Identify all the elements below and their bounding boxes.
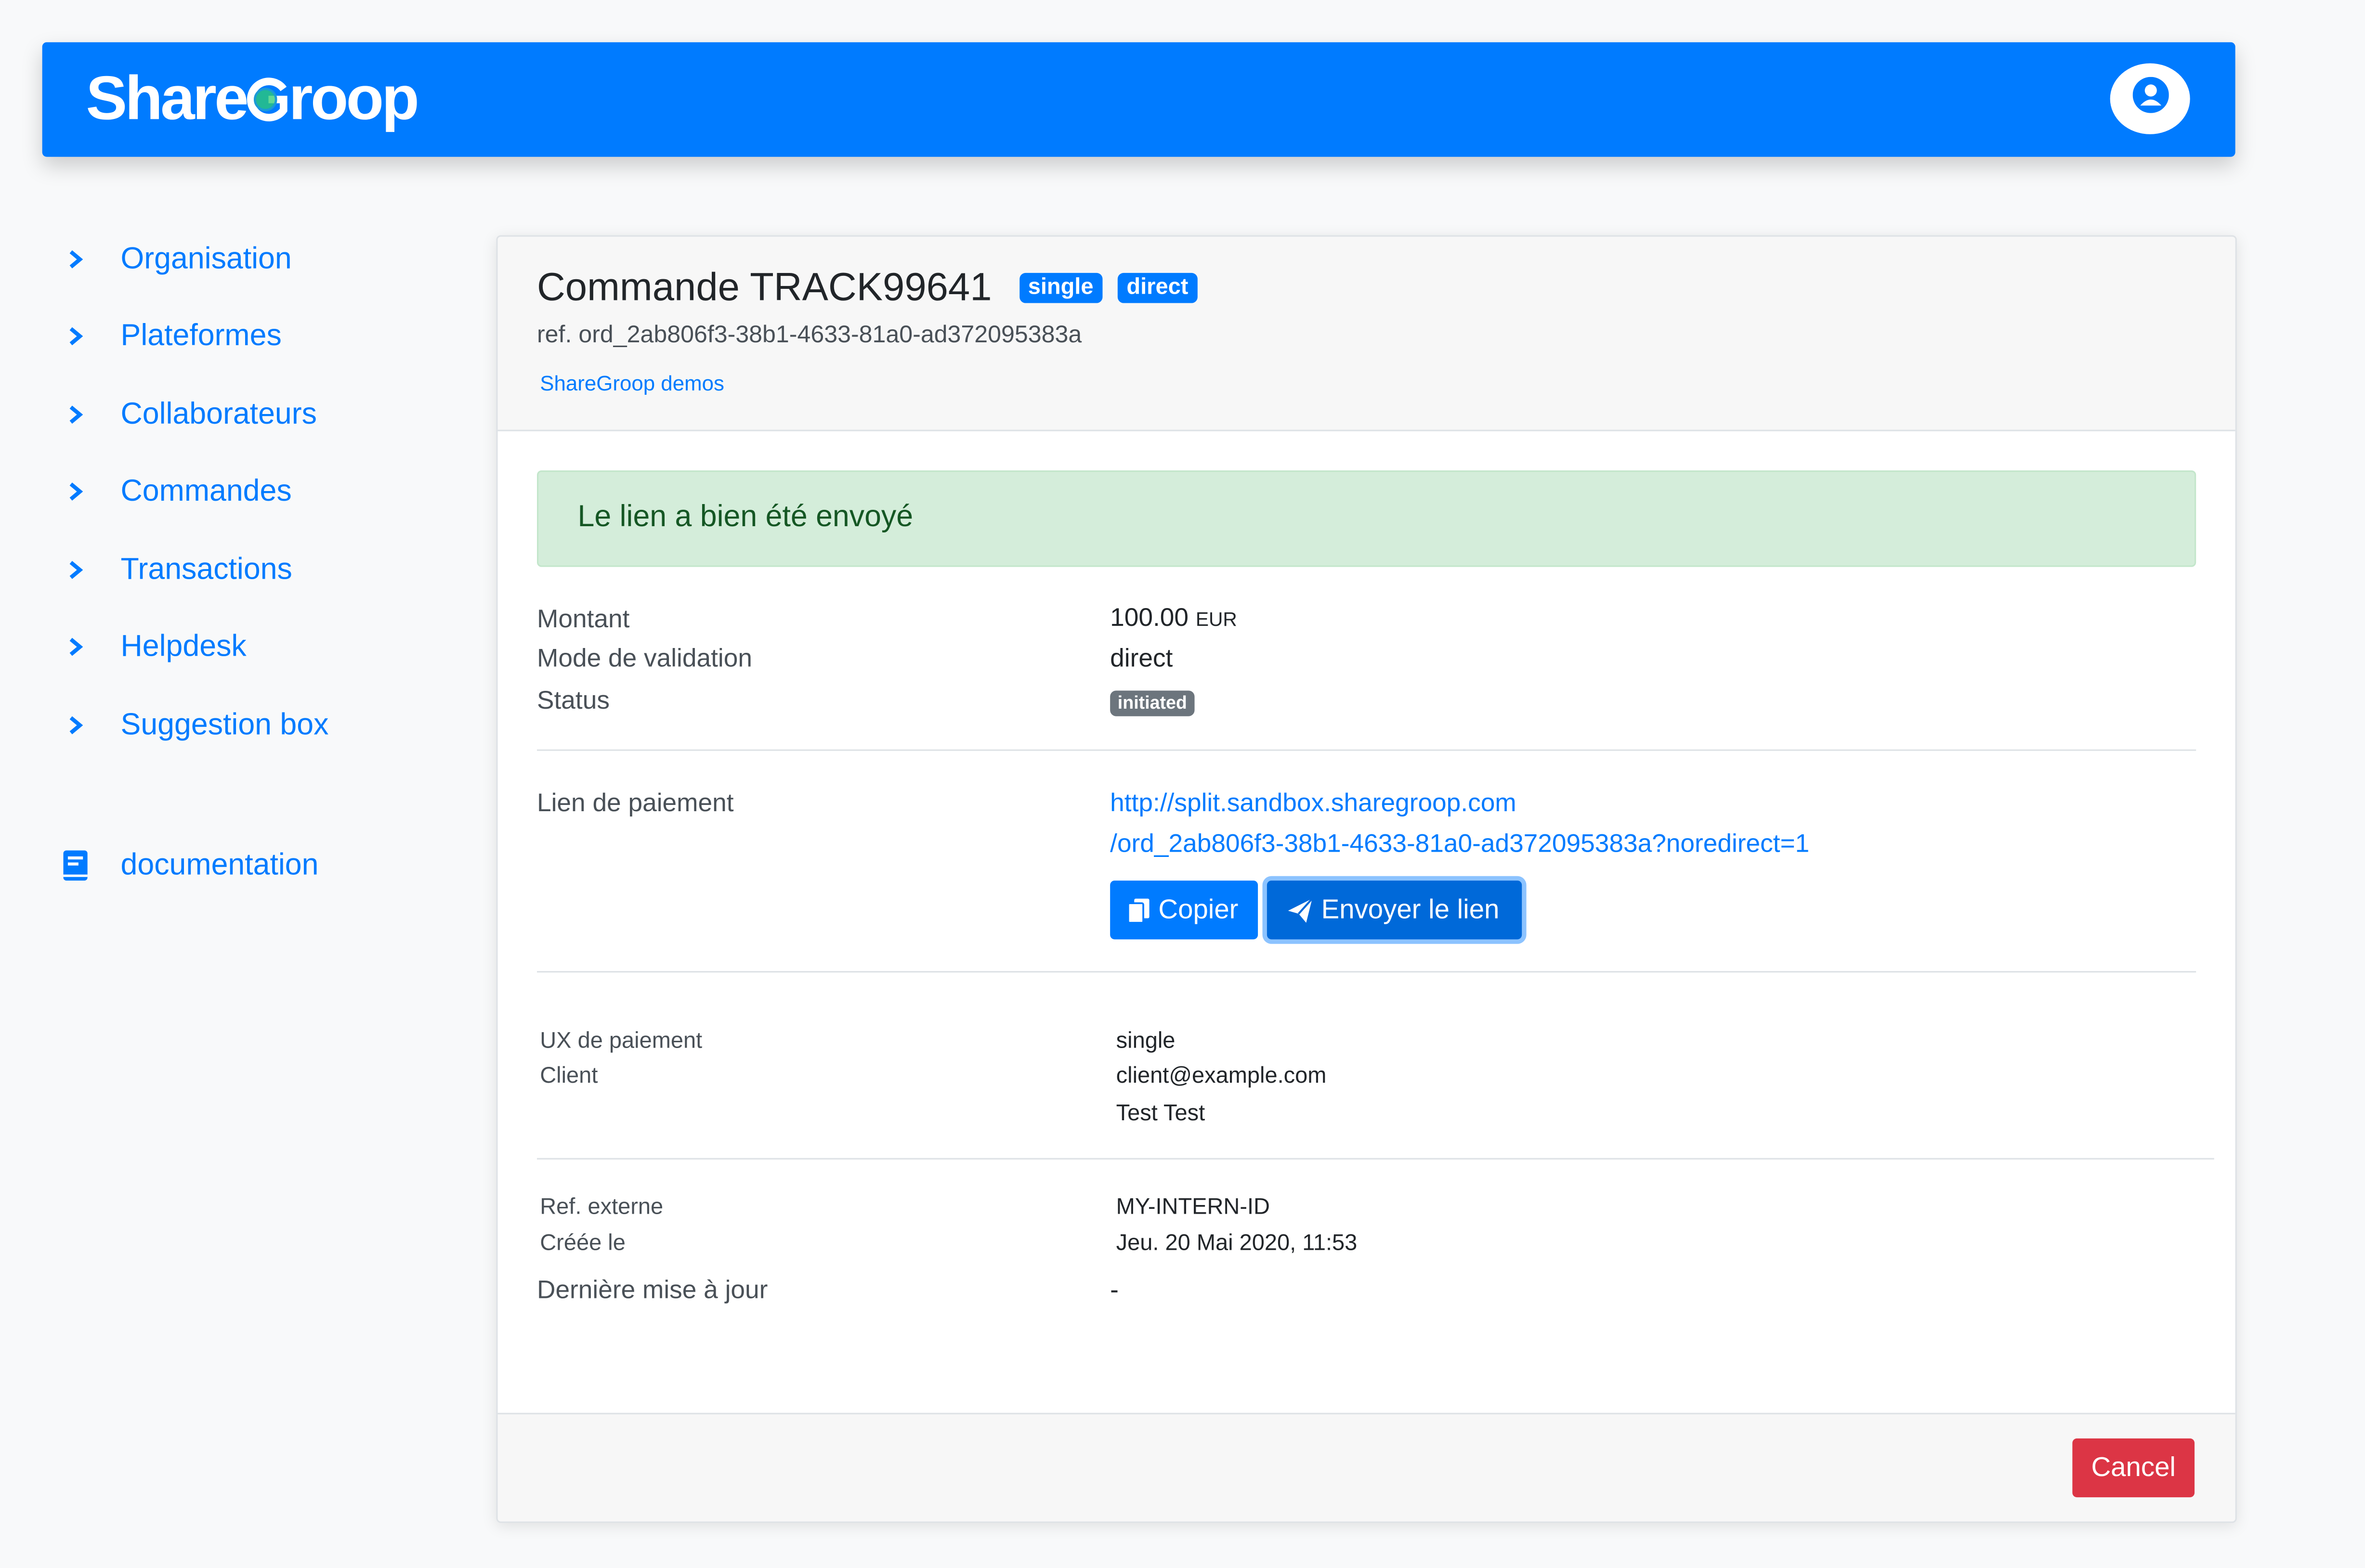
- status-label: Status: [536, 686, 610, 715]
- sidebar-item-helpdesk[interactable]: Helpdesk: [60, 624, 437, 670]
- sidebar-item-documentation[interactable]: documentation: [60, 843, 437, 888]
- paper-plane-icon: [1287, 896, 1314, 923]
- external-ref-value: MY-INTERN-ID: [1116, 1194, 1270, 1220]
- chevron-right-icon: [60, 715, 91, 736]
- divider: [536, 971, 2196, 973]
- amount-currency: EUR: [1195, 608, 1237, 631]
- sidebar-item-organisation[interactable]: Organisation: [60, 237, 437, 282]
- logo-text-end: roop: [288, 63, 419, 133]
- last-update-label: Dernière mise à jour: [536, 1275, 768, 1305]
- status-badge: initiated: [1110, 690, 1195, 716]
- user-icon: [2132, 77, 2169, 121]
- payment-link-line-1[interactable]: http://split.sandbox.sharegroop.com: [1110, 789, 1516, 819]
- client-label: Client: [540, 1063, 598, 1089]
- chevron-right-icon: [60, 559, 91, 581]
- sidebar-item-label: Organisation: [120, 242, 292, 275]
- sidebar-item-label: Collaborateurs: [120, 397, 317, 431]
- card-header: Commande TRACK99641 single direct ref. o…: [497, 236, 2235, 431]
- chevron-right-icon: [60, 249, 91, 270]
- sidebar-item-transactions[interactable]: Transactions: [60, 547, 437, 593]
- divider: [536, 749, 2196, 751]
- send-link-button[interactable]: Envoyer le lien: [1267, 881, 1522, 940]
- sidebar-item-commandes[interactable]: Commandes: [60, 469, 437, 514]
- external-ref-label: Ref. externe: [540, 1194, 664, 1220]
- organization-link[interactable]: ShareGroop demos: [540, 371, 724, 395]
- send-link-button-label: Envoyer le lien: [1321, 894, 1500, 924]
- divider: [536, 1158, 2214, 1160]
- validation-mode-value: direct: [1110, 644, 1173, 673]
- cancel-button[interactable]: Cancel: [2072, 1438, 2195, 1498]
- chevron-right-icon: [60, 326, 91, 347]
- chevron-right-icon: [60, 481, 91, 502]
- badge-direct: direct: [1117, 272, 1198, 302]
- sidebar-item-label: Transactions: [120, 552, 292, 586]
- order-reference: ref. ord_2ab806f3-38b1-4633-81a0-ad37209…: [536, 323, 1082, 349]
- payment-link-label: Lien de paiement: [536, 789, 734, 817]
- logo-globe-icon: [245, 66, 290, 122]
- payment-ux-label: UX de paiement: [540, 1028, 703, 1054]
- copy-button[interactable]: Copier: [1110, 881, 1258, 940]
- top-navbar: Share roop: [42, 42, 2235, 157]
- sidebar-item-suggestion-box[interactable]: Suggestion box: [60, 703, 437, 748]
- status-badge-wrap: initiated: [1110, 689, 1195, 716]
- created-at-label: Créée le: [540, 1230, 626, 1256]
- sidebar-item-collaborateurs[interactable]: Collaborateurs: [60, 392, 437, 437]
- payment-ux-value: single: [1116, 1028, 1176, 1054]
- amount-label: Montant: [536, 604, 630, 634]
- last-update-value: -: [1110, 1275, 1119, 1305]
- copy-icon: [1127, 896, 1151, 923]
- order-title-row: Commande TRACK99641 single direct: [536, 264, 1198, 311]
- badge-single: single: [1019, 272, 1103, 302]
- card-footer: Cancel: [497, 1412, 2235, 1522]
- sidebar-item-plateformes[interactable]: Plateformes: [60, 313, 437, 359]
- created-at-value: Jeu. 20 Mai 2020, 11:53: [1116, 1230, 1358, 1256]
- client-email: client@example.com: [1116, 1063, 1327, 1089]
- logo-text-start: Share: [86, 63, 249, 133]
- order-card: Commande TRACK99641 single direct ref. o…: [496, 235, 2237, 1523]
- client-name: Test Test: [1116, 1101, 1205, 1127]
- sidebar-item-label: Commandes: [120, 474, 292, 507]
- sharegroop-logo[interactable]: Share roop: [86, 62, 419, 134]
- order-title: Commande TRACK99641: [536, 264, 992, 310]
- sidebar-item-label: Suggestion box: [120, 708, 329, 741]
- validation-mode-label: Mode de validation: [536, 644, 752, 673]
- alert-message: Le lien a bien été envoyé: [577, 500, 914, 534]
- success-alert: Le lien a bien été envoyé: [536, 470, 2196, 567]
- sidebar-item-label: documentation: [120, 848, 319, 881]
- sidebar-item-label: Plateformes: [120, 319, 282, 352]
- sidebar-item-label: Helpdesk: [120, 629, 247, 663]
- copy-button-label: Copier: [1158, 894, 1239, 924]
- amount-number: 100.00: [1110, 603, 1189, 632]
- user-account-button[interactable]: [2110, 63, 2190, 134]
- book-icon: [60, 849, 91, 882]
- payment-link-line-2[interactable]: /ord_2ab806f3-38b1-4633-81a0-ad372095383…: [1110, 829, 1809, 860]
- chevron-right-icon: [60, 636, 91, 658]
- amount-value: 100.00 EUR: [1110, 603, 1237, 634]
- chevron-right-icon: [60, 404, 91, 425]
